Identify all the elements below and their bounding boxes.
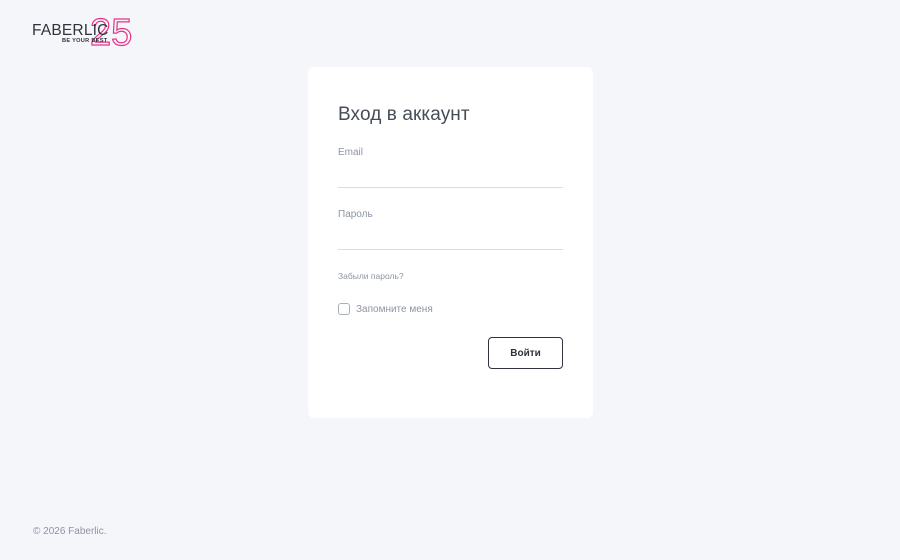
logo-tagline: BE YOUR BEST: [62, 38, 108, 44]
footer-copyright: © 2026 Faberlic.: [33, 526, 107, 537]
page-title: Вход в аккаунт: [338, 104, 470, 125]
email-label: Email: [338, 147, 364, 158]
password-label: Пароль: [338, 209, 373, 220]
faberlic-logo[interactable]: 25 FABERLIC BE YOUR BEST: [32, 10, 144, 50]
login-button[interactable]: Войти: [488, 337, 563, 369]
login-page: 25 FABERLIC BE YOUR BEST Вход в аккаунт …: [0, 0, 900, 560]
email-field[interactable]: [338, 163, 563, 188]
remember-me-checkbox[interactable]: [338, 303, 350, 315]
forgot-password-link[interactable]: Забыли пароль?: [338, 271, 404, 281]
logo-brand: FABERLIC: [32, 22, 109, 39]
logo-graphic: 25 FABERLIC BE YOUR BEST: [32, 11, 133, 50]
remember-me-label[interactable]: Запомните меня: [356, 304, 433, 315]
login-card: Вход в аккаунт Email Пароль Забыли парол…: [308, 67, 593, 418]
password-field[interactable]: [338, 225, 563, 250]
remember-me-control[interactable]: Запомните меня: [338, 303, 433, 315]
